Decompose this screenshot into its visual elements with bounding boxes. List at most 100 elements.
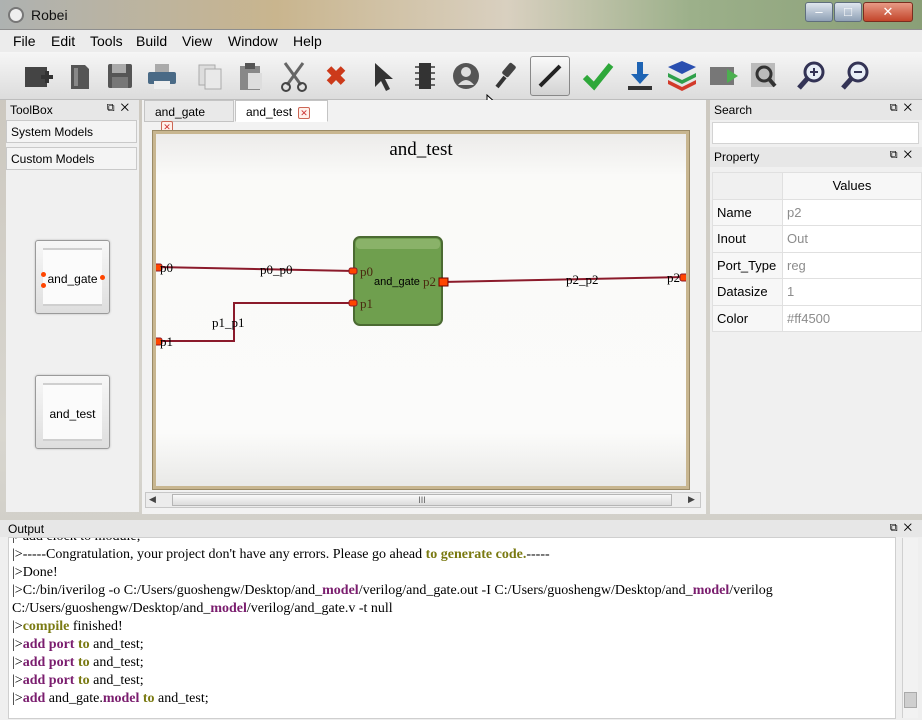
port-dot <box>100 275 105 280</box>
model-icon[interactable] <box>446 56 486 96</box>
new-file-icon[interactable] <box>60 56 100 96</box>
design-canvas[interactable]: and_test p0_p0 p1_p1 p2_p2 and_gate p0 p… <box>156 134 686 486</box>
output-title-text: Output <box>8 522 45 536</box>
wire-p2[interactable] <box>441 276 686 283</box>
menu-bar: File Edit Tools Build View Window Help <box>0 30 922 52</box>
log-line: |>Done! <box>12 565 58 580</box>
right-panels: Search ⧉✕ Property ⧉✕ Values Name p2 Inou… <box>710 100 922 514</box>
scroll-thumb[interactable]: III <box>172 494 672 506</box>
log-keyword: model <box>692 583 730 598</box>
log-keyword: to <box>142 691 155 706</box>
menu-file[interactable]: File <box>13 33 36 49</box>
add-module-icon[interactable] <box>18 56 58 96</box>
horizontal-scrollbar[interactable]: ◀ III ▶ <box>145 492 701 508</box>
cut-icon[interactable] <box>274 56 314 96</box>
log-keyword: to <box>77 673 90 688</box>
dock-controls-icon[interactable]: ⧉✕ <box>107 102 135 115</box>
tab-and-gate[interactable]: and_gate✕ <box>144 100 234 133</box>
prop-value[interactable]: p2 <box>782 198 922 226</box>
output-log[interactable]: |>add clock to module; |>-----Congratula… <box>8 537 896 719</box>
wire-label-p0: p0_p0 <box>260 262 293 277</box>
toolbar: ✖ <box>0 52 922 114</box>
save-icon[interactable] <box>100 56 140 96</box>
tab-and-test[interactable]: and_test ✕ <box>235 100 328 122</box>
print-icon[interactable] <box>142 56 182 96</box>
log-text: finished! <box>69 619 123 634</box>
scroll-right-icon[interactable]: ▶ <box>688 494 695 505</box>
zoom-fit-icon[interactable] <box>744 56 784 96</box>
zoom-out-icon[interactable] <box>836 56 876 96</box>
menu-tools[interactable]: Tools <box>90 33 123 49</box>
port-p2-out[interactable] <box>438 277 449 287</box>
port-p1-in[interactable] <box>348 299 358 307</box>
close-button[interactable]: ✕ <box>863 2 913 22</box>
close-tab-icon[interactable]: ✕ <box>298 106 311 119</box>
menu-window[interactable]: Window <box>228 33 278 49</box>
tab-label: and_gate <box>155 105 206 119</box>
table-row[interactable]: Port_Type reg <box>712 251 922 279</box>
model-card-and-gate[interactable]: and_gate <box>35 240 110 314</box>
log-text: and_test; <box>89 655 144 670</box>
check-icon[interactable] <box>578 56 618 96</box>
table-row[interactable]: Name p2 <box>712 198 922 226</box>
category-system-models[interactable]: System Models <box>6 120 137 143</box>
category-custom-models[interactable]: Custom Models <box>6 147 137 170</box>
input-port-p0-label: p0 <box>160 260 173 275</box>
connect-icon[interactable] <box>488 56 528 96</box>
dock-controls-icon[interactable]: ⧉✕ <box>890 102 918 115</box>
prop-value[interactable]: Out <box>782 225 922 253</box>
wire-p1[interactable] <box>156 302 354 342</box>
prop-key: Name <box>712 198 783 226</box>
paste-icon[interactable] <box>230 56 270 96</box>
prop-value[interactable]: reg <box>782 251 922 279</box>
log-keyword: model <box>210 601 247 616</box>
download-icon[interactable] <box>620 56 660 96</box>
scroll-left-icon[interactable]: ◀ <box>149 494 156 505</box>
log-text: and_gate. <box>45 691 103 706</box>
log-keyword: model <box>322 583 359 598</box>
menu-build[interactable]: Build <box>136 33 167 49</box>
output-port-p2[interactable] <box>679 273 686 282</box>
menu-help[interactable]: Help <box>293 33 322 49</box>
search-input[interactable] <box>712 122 919 144</box>
vertical-scrollbar[interactable] <box>902 538 918 718</box>
log-keyword: add <box>22 637 46 652</box>
port-p0-in[interactable] <box>348 267 358 275</box>
menu-edit[interactable]: Edit <box>51 33 75 49</box>
prop-value[interactable]: #ff4500 <box>782 304 922 332</box>
log-text: and_test; <box>154 691 209 706</box>
log-keyword: add <box>22 673 46 688</box>
log-line: |>compile finished! <box>12 619 123 635</box>
table-row[interactable]: Color #ff4500 <box>712 304 922 332</box>
log-text: |> <box>12 619 23 634</box>
wire-tool-icon[interactable] <box>530 56 570 96</box>
table-header-row: Values <box>712 172 922 200</box>
zoom-in-icon[interactable] <box>792 56 832 96</box>
output-port-p2-label: p2 <box>667 270 680 285</box>
layers-icon[interactable] <box>662 56 702 96</box>
scroll-thumb[interactable] <box>904 692 917 708</box>
simulate-icon[interactable] <box>704 56 744 96</box>
model-card-and-test[interactable]: and_test <box>35 375 110 449</box>
menu-view[interactable]: View <box>182 33 212 49</box>
model-label: and_gate <box>43 248 102 306</box>
port-dot <box>41 283 46 288</box>
maximize-button[interactable]: □ <box>834 2 862 22</box>
table-row[interactable]: Datasize 1 <box>712 278 922 306</box>
block-highlight <box>356 239 440 249</box>
log-text: |>C:/bin/iverilog -o C:/Users/guoshengw/… <box>12 583 323 598</box>
table-row[interactable]: Inout Out <box>712 225 922 253</box>
prop-value[interactable]: 1 <box>782 278 922 306</box>
dock-controls-icon[interactable]: ⧉✕ <box>890 522 918 535</box>
chip-icon[interactable] <box>405 56 445 96</box>
copy-icon[interactable] <box>190 56 230 96</box>
dock-controls-icon[interactable]: ⧉✕ <box>890 149 918 162</box>
wire-p0[interactable] <box>156 266 355 272</box>
minimize-button[interactable]: – <box>805 2 833 22</box>
log-keyword: to <box>77 637 90 652</box>
log-text: ----- <box>526 547 550 562</box>
log-text: and_test; <box>89 637 144 652</box>
log-keyword: to <box>77 655 90 670</box>
delete-icon[interactable]: ✖ <box>316 56 356 96</box>
pointer-icon[interactable] <box>362 56 402 96</box>
